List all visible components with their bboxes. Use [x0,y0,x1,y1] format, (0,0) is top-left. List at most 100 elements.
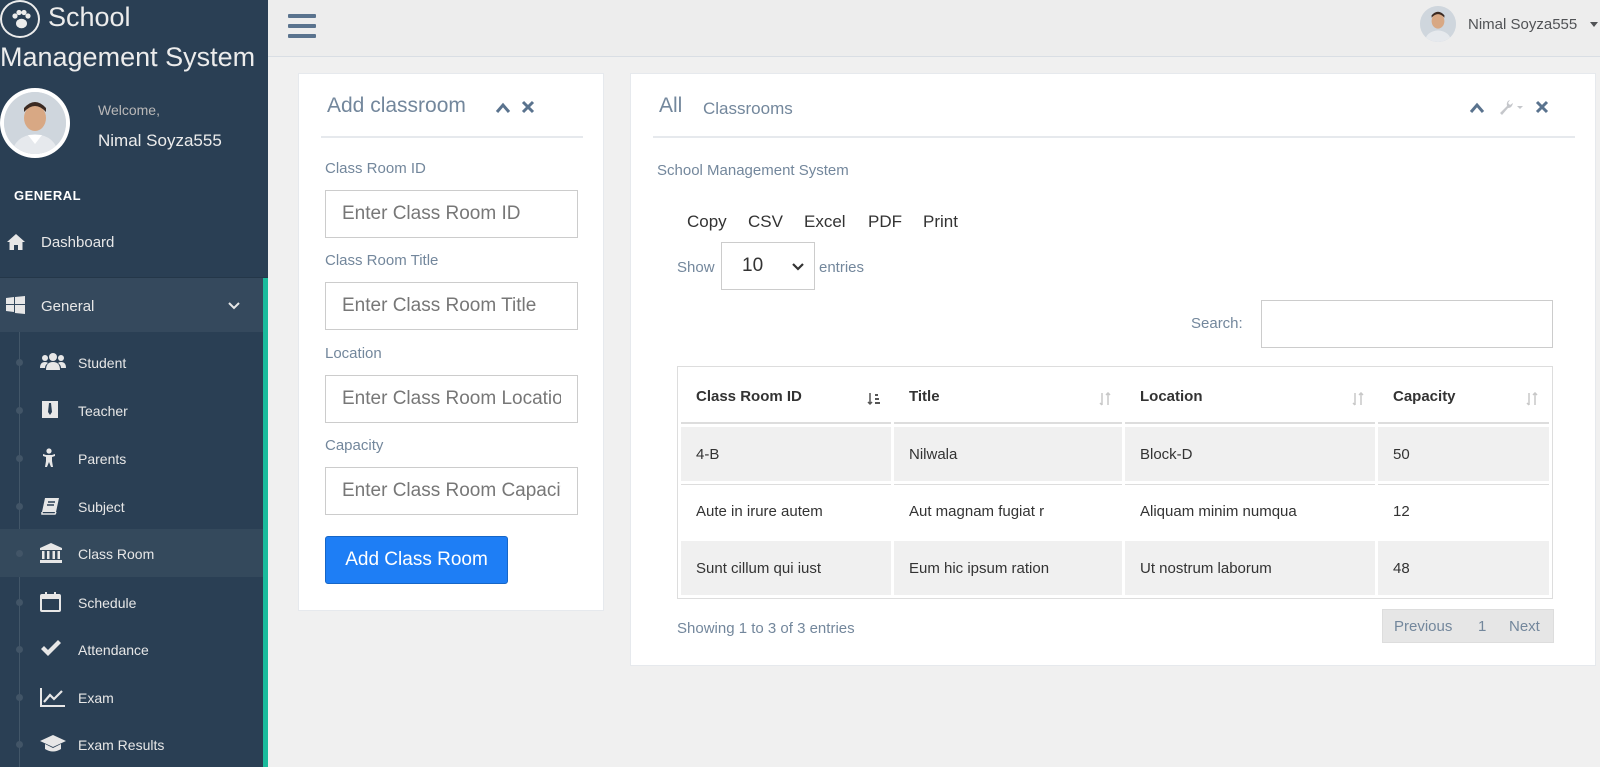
tree-dot [16,694,23,701]
tree-dot [16,503,23,510]
entries-label: entries [819,259,865,276]
sort-icon [1352,392,1364,406]
location-input[interactable] [325,375,578,423]
table-caption: School Management System [657,162,849,179]
sidebar-item-attendance[interactable]: Attendance [0,625,263,673]
excel-button[interactable]: Excel [804,212,846,232]
active-indicator [263,332,268,767]
cell-capacity: 12 [1378,484,1549,538]
sidebar-item-label: Teacher [78,403,128,419]
cell-capacity: 50 [1378,427,1549,481]
panel-divider [653,136,1575,138]
panel-title: All [659,94,683,117]
cell-location: Block-D [1125,427,1375,481]
menu-toggle-icon[interactable] [288,14,316,38]
collapse-icon[interactable] [495,102,511,114]
table-info: Showing 1 to 3 of 3 entries [677,620,855,637]
graduation-cap-icon [40,735,66,752]
sort-icon [1526,392,1538,406]
user-name: Nimal Soyza555 [1468,16,1578,33]
cell-class-room-id: Aute in irure autem [681,484,891,538]
line-chart-icon [40,688,65,707]
sidebar-item-subject[interactable]: Subject [0,482,263,530]
brand-title-line2: Management System [0,42,256,72]
class-room-id-label: Class Room ID [325,160,426,177]
tree-dot [16,599,23,606]
sidebar-item-exam[interactable]: Exam [0,673,263,721]
print-button[interactable]: Print [923,212,958,232]
top-navbar: Nimal Soyza555 [268,0,1600,57]
welcome-text: Welcome, [98,102,160,118]
location-label: Location [325,345,382,362]
classrooms-table: Class Room ID Title Location Capacity 4-… [677,366,1553,599]
panel-subtitle: Classrooms [703,99,793,118]
csv-button[interactable]: CSV [748,212,783,232]
pagination: Previous 1 Next [1382,609,1554,643]
brand[interactable]: School Management System [0,0,268,80]
copy-button[interactable]: Copy [687,212,727,232]
class-room-id-input[interactable] [325,190,578,238]
sort-icon [1099,392,1111,406]
entries-select[interactable]: 10 [721,242,815,290]
sidebar-item-label: Parents [78,451,127,467]
sidebar-item-exam-results[interactable]: Exam Results [0,720,263,767]
wrench-icon[interactable] [1497,98,1525,116]
windows-icon [6,296,25,314]
sidebar-item-label: Class Room [78,546,155,562]
tree-dot [16,359,23,366]
column-header-class-room-id[interactable]: Class Room ID [681,370,891,424]
next-page-button[interactable]: Next [1509,618,1540,635]
collapse-icon[interactable] [1469,102,1485,114]
paw-icon [0,0,40,38]
tree-dot [16,550,23,557]
menu-section-title: GENERAL [14,188,82,203]
pdf-button[interactable]: PDF [868,212,902,232]
sort-ascending-icon [867,393,880,406]
add-class-room-button[interactable]: Add Class Room [325,536,508,584]
active-indicator [263,278,268,333]
tree-dot [16,741,23,748]
column-header-capacity[interactable]: Capacity [1378,370,1549,424]
sidebar-item-student[interactable]: Student [0,338,263,386]
class-room-title-label: Class Room Title [325,252,439,269]
previous-page-button[interactable]: Previous [1394,618,1452,635]
sidebar-item-schedule[interactable]: Schedule [0,578,263,626]
close-icon[interactable] [521,100,535,114]
caret-down-icon [1590,22,1598,27]
column-header-title[interactable]: Title [894,370,1122,424]
sidebar-item-label: Attendance [78,642,149,658]
sidebar-item-teacher[interactable]: Teacher [0,386,263,434]
book-icon [41,498,59,515]
sidebar-item-dashboard[interactable]: Dashboard [0,220,268,264]
sidebar: School Management System Welcome, Nimal … [0,0,268,767]
search-input[interactable] [1261,300,1553,348]
sidebar-item-label: General [41,298,95,315]
panel-divider [321,136,583,138]
chevron-down-icon [792,263,804,271]
sidebar-item-class-room[interactable]: Class Room [0,529,263,577]
cell-location: Ut nostrum laborum [1125,541,1375,595]
sidebar-item-label: Schedule [78,595,137,611]
cell-location: Aliquam minim numqua [1125,484,1375,538]
capacity-input[interactable] [325,467,578,515]
page-1-button[interactable]: 1 [1478,618,1486,635]
table-row[interactable]: Aute in irure autem Aut magnam fugiat r … [681,484,1549,538]
cell-title: Eum hic ipsum ration [894,541,1122,595]
table-row[interactable]: Sunt cillum qui iust Eum hic ipsum ratio… [681,541,1549,595]
entries-value: 10 [742,255,764,276]
cell-class-room-id: 4-B [681,427,891,481]
add-classroom-panel: Add classroom Class Room ID Class Room T… [298,73,604,611]
cell-title: Nilwala [894,427,1122,481]
table-row[interactable]: 4-B Nilwala Block-D 50 [681,427,1549,481]
general-submenu: Student Teacher Parents Subject Class Ro… [0,332,268,767]
class-room-title-input[interactable] [325,282,578,330]
column-header-location[interactable]: Location [1125,370,1375,424]
sidebar-item-label: Exam [78,690,114,706]
close-icon[interactable] [1535,100,1549,114]
cell-title: Aut magnam fugiat r [894,484,1122,538]
cell-class-room-id: Sunt cillum qui iust [681,541,891,595]
sidebar-item-parents[interactable]: Parents [0,434,263,482]
sidebar-item-label: Student [78,355,127,371]
brand-title-line1: School [48,2,131,32]
sidebar-item-general[interactable]: General [0,277,268,333]
